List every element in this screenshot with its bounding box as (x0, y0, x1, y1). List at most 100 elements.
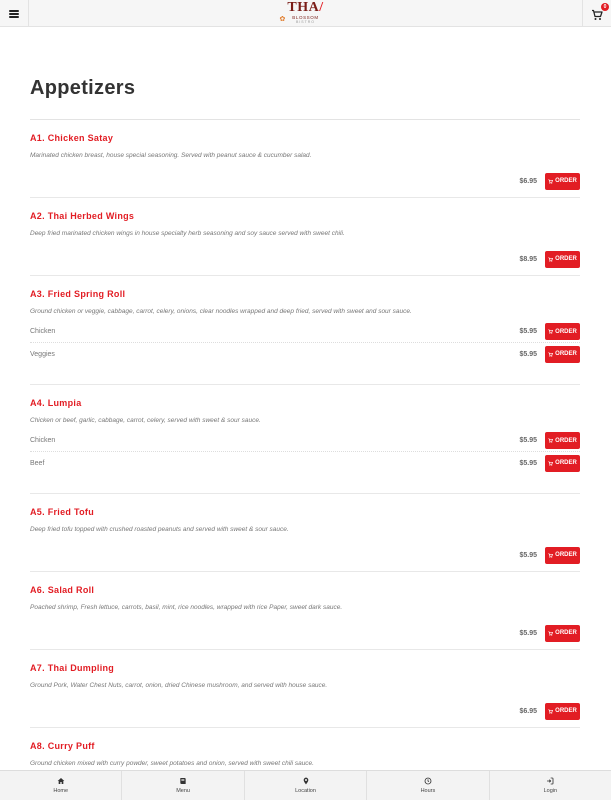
book-icon (180, 778, 186, 784)
item-name[interactable]: A6. Salad Roll (30, 584, 580, 596)
order-button[interactable]: ORDER (545, 323, 580, 340)
cart-icon (548, 552, 554, 558)
menu-items-list: A1. Chicken Satay Marinated chicken breas… (30, 120, 580, 768)
home-icon (57, 778, 65, 784)
cart-icon (548, 351, 554, 357)
order-label: ORDER (555, 351, 577, 357)
top-bar: THA/ BLOSSOM BISTRO ✿ 0 (0, 0, 611, 27)
item-name[interactable]: A4. Lumpia (30, 397, 580, 409)
order-label: ORDER (555, 552, 577, 558)
item-name[interactable]: A1. Chicken Satay (30, 132, 580, 144)
nav-label: Location (295, 788, 316, 794)
nav-location[interactable]: Location (245, 771, 368, 800)
menu-item: A8. Curry Puff Ground chicken mixed with … (30, 728, 580, 768)
order-button[interactable]: ORDER (545, 250, 580, 268)
menu-item: A2. Thai Herbed Wings Deep fried marinate… (30, 198, 580, 276)
nav-label: Menu (176, 788, 190, 794)
menu-item: A6. Salad Roll Poached shrimp, Fresh lett… (30, 572, 580, 650)
variant-name: Veggies (30, 350, 55, 358)
item-description: Ground Pork, Water Chest Nuts, carrot, o… (30, 682, 328, 689)
order-button[interactable]: ORDER (545, 702, 580, 720)
lotus-icon: ✿ (279, 16, 286, 23)
restaurant-logo[interactable]: THA/ BLOSSOM BISTRO ✿ (276, 1, 336, 25)
item-price: $5.95 (519, 328, 537, 335)
cart-icon (548, 256, 554, 262)
item-description: Deep fried marinated chicken wings in ho… (30, 230, 345, 237)
menu-content: Appetizers A1. Chicken Satay Marinated ch… (30, 28, 580, 768)
clock-icon (424, 777, 432, 785)
cart-icon (548, 178, 554, 184)
nav-label: Hours (420, 788, 436, 794)
item-description: Chicken or beef, garlic, cabbage, carrot… (30, 417, 261, 424)
price-row: $6.95 ORDER (30, 170, 580, 192)
item-price: $5.95 (519, 629, 537, 637)
item-name[interactable]: A8. Curry Puff (30, 740, 580, 752)
order-label: ORDER (555, 437, 577, 444)
price-row: $6.95 ORDER (30, 700, 580, 722)
variant-name: Chicken (30, 328, 56, 335)
variant-list: Chicken $5.95 ORDER Beef $5.95 ORDER (30, 430, 580, 474)
order-button[interactable]: ORDER (545, 546, 580, 564)
variant-row: Beef $5.95 ORDER (30, 452, 580, 474)
price-row: $5.95 ORDER (30, 544, 580, 566)
logo-accent: / (319, 0, 324, 15)
menu-item: A5. Fried Tofu Deep fried tofu topped wit… (30, 494, 580, 572)
variant-row: Chicken $5.95 ORDER (30, 321, 580, 343)
item-description: Ground chicken or veggie, cabbage, carro… (30, 308, 412, 315)
hamburger-icon (9, 9, 19, 18)
order-button[interactable]: ORDER (545, 432, 580, 449)
cart-icon (548, 708, 554, 714)
item-name[interactable]: A3. Fried Spring Roll (30, 288, 580, 300)
order-button[interactable]: ORDER (545, 345, 580, 363)
item-price: $5.95 (519, 437, 537, 444)
item-price: $6.95 (519, 177, 537, 185)
cart-icon (548, 329, 554, 334)
order-button[interactable]: ORDER (545, 624, 580, 642)
order-button[interactable]: ORDER (545, 172, 580, 190)
price-row: $5.95 ORDER (30, 622, 580, 644)
variant-name: Chicken (30, 437, 56, 444)
item-name[interactable]: A2. Thai Herbed Wings (30, 210, 580, 222)
order-label: ORDER (555, 460, 577, 466)
login-icon (547, 777, 554, 785)
order-label: ORDER (555, 178, 577, 184)
order-label: ORDER (555, 256, 577, 262)
variant-list: Chicken $5.95 ORDER Veggies $5.95 ORDER (30, 321, 580, 365)
order-label: ORDER (555, 328, 577, 335)
item-name[interactable]: A7. Thai Dumpling (30, 662, 580, 674)
nav-home[interactable]: Home (0, 771, 123, 800)
item-price: $6.95 (519, 707, 537, 715)
cart-icon: 0 (591, 2, 609, 20)
item-name[interactable]: A5. Fried Tofu (30, 506, 580, 518)
variant-row: Veggies $5.95 ORDER (30, 343, 580, 365)
menu-item: A1. Chicken Satay Marinated chicken breas… (30, 120, 580, 198)
nav-login[interactable]: Login (490, 771, 611, 800)
variant-name: Beef (30, 459, 45, 467)
logo-title: THA/ (287, 0, 324, 15)
item-description: Ground chicken mixed with curry powder, … (30, 760, 314, 767)
nav-hours[interactable]: Hours (367, 771, 490, 800)
nav-menu[interactable]: Menu (122, 771, 245, 800)
item-description: Poached shrimp, Fresh lettuce, carrots, … (30, 604, 343, 611)
cart-button[interactable]: 0 (582, 0, 611, 27)
section-title: Appetizers (30, 74, 580, 120)
order-button[interactable]: ORDER (545, 454, 580, 472)
item-price: $5.95 (519, 350, 537, 358)
map-pin-icon (303, 777, 308, 785)
item-price: $5.95 (519, 551, 537, 559)
menu-item: A4. Lumpia Chicken or beef, garlic, cabba… (30, 385, 580, 494)
menu-toggle-button[interactable] (0, 0, 29, 27)
cart-icon (548, 460, 554, 466)
price-row: $8.95 ORDER (30, 248, 580, 270)
bottom-nav: Home Menu Location Hours Login (0, 770, 611, 800)
item-price: $8.95 (519, 255, 537, 263)
variant-row: Chicken $5.95 ORDER (30, 430, 580, 452)
menu-item: A3. Fried Spring Roll Ground chicken or v… (30, 276, 580, 385)
order-label: ORDER (555, 708, 577, 714)
nav-label: Home (53, 788, 69, 794)
item-price: $5.95 (519, 459, 537, 467)
cart-icon (548, 438, 554, 443)
nav-label: Login (543, 788, 558, 794)
cart-icon (548, 630, 554, 636)
cart-count-badge: 0 (601, 2, 609, 11)
